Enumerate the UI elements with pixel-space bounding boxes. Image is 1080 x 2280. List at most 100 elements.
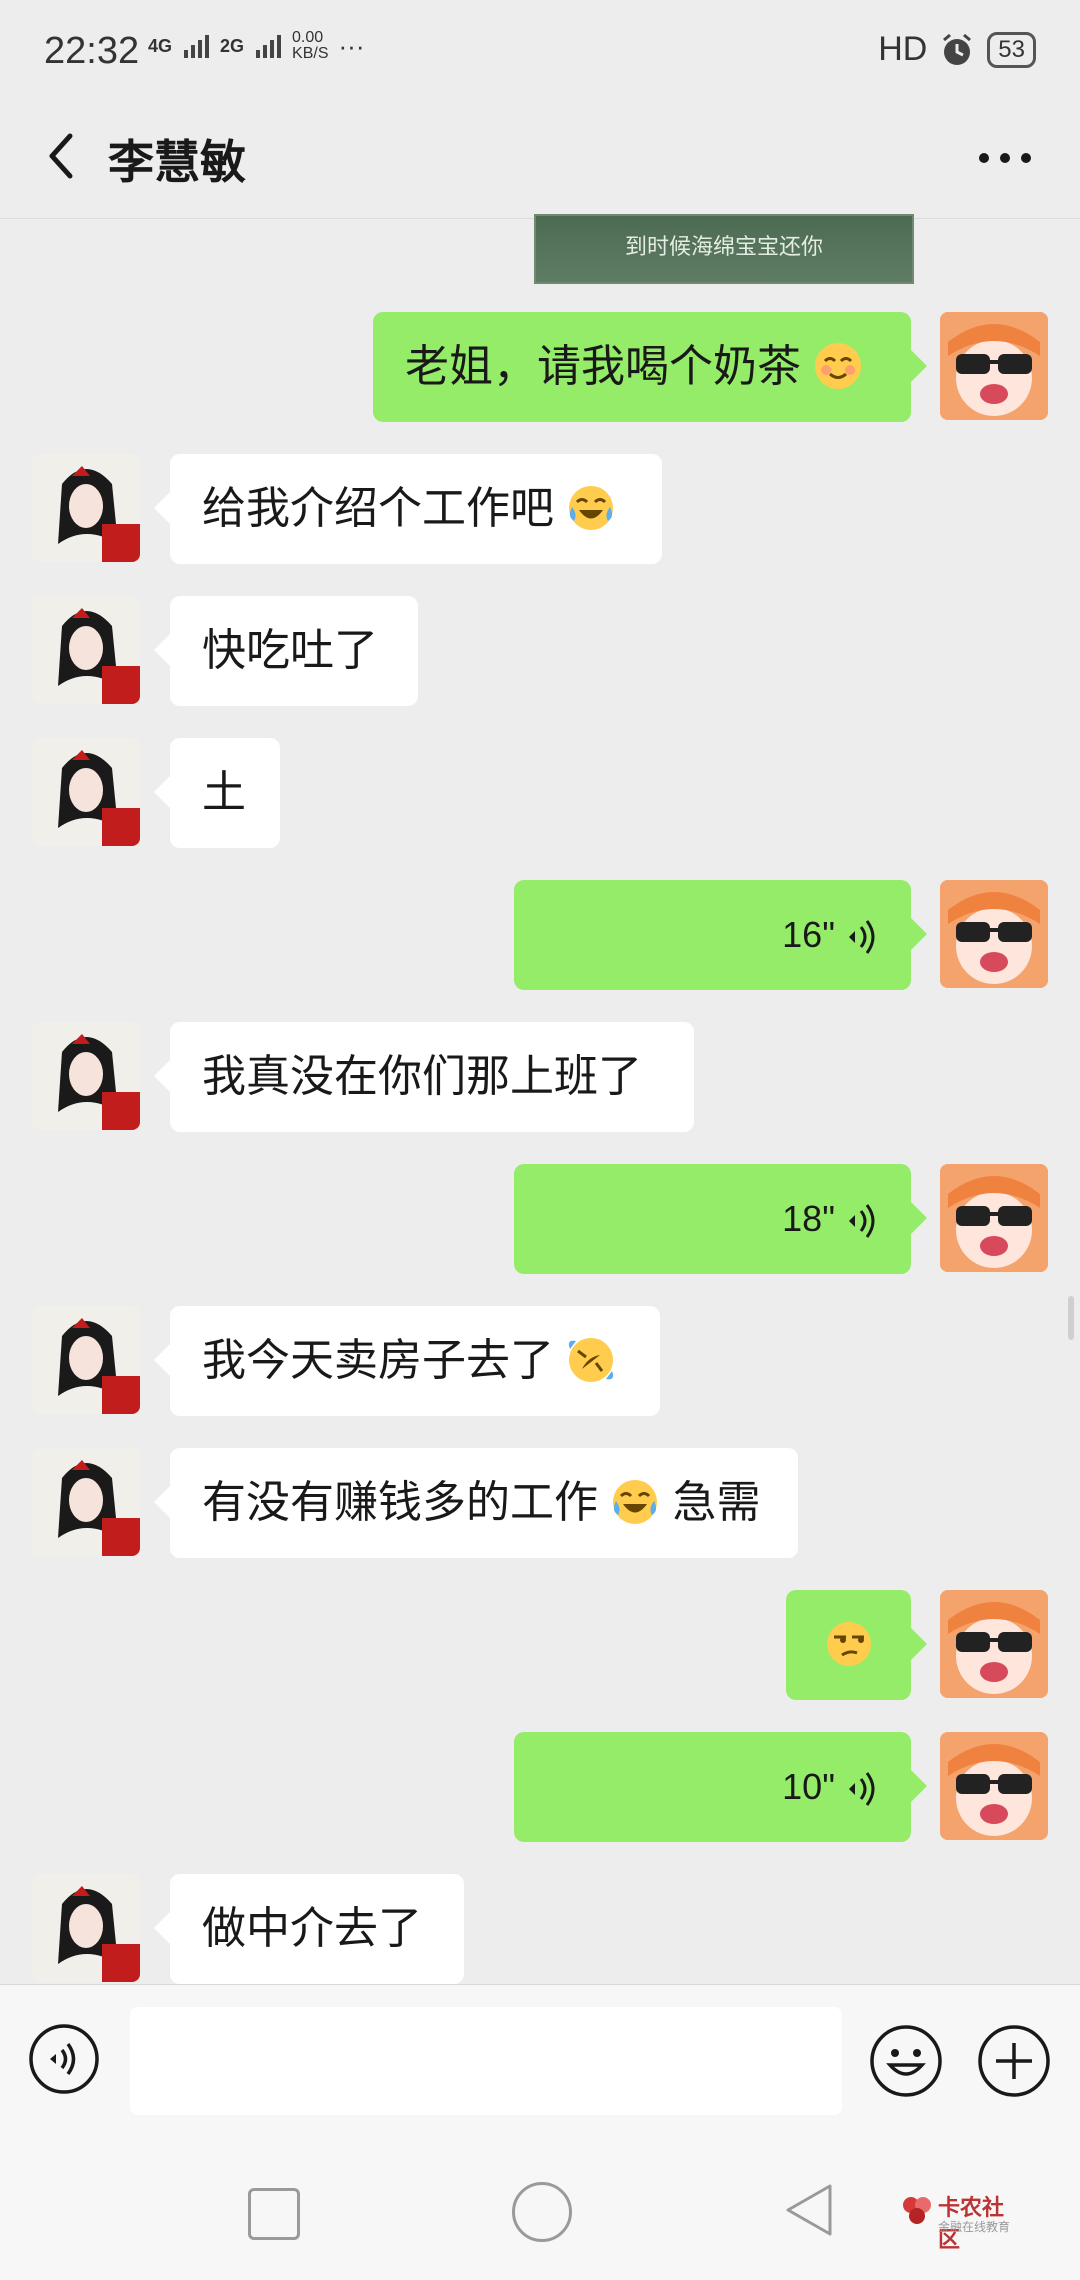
- watermark: 卡农社区 金融在线教育: [900, 2190, 1020, 2252]
- message-row: 土: [0, 738, 1080, 848]
- back-triangle-icon[interactable]: [780, 2180, 840, 2240]
- network-speed: 0.00 KB/S: [292, 29, 329, 62]
- message-row: 做中介去了: [0, 1874, 1080, 1984]
- home-button[interactable]: [512, 2182, 572, 2242]
- anime-girl-avatar-icon: [940, 1590, 1048, 1698]
- message-row: 有没有赚钱多的工作 急需: [0, 1448, 1080, 1558]
- received-message-bubble[interactable]: 快吃吐了: [154, 596, 418, 706]
- girl-portrait-avatar-icon: [32, 596, 140, 704]
- blush-emoji-icon: [815, 343, 862, 390]
- network-4g-label: 4G: [148, 36, 173, 56]
- message-row: 给我介绍个工作吧: [0, 454, 1080, 564]
- signal-bars-icon: [184, 35, 210, 58]
- girl-portrait-avatar-icon: [32, 1448, 140, 1556]
- my-avatar[interactable]: [940, 1590, 1048, 1698]
- girl-portrait-avatar-icon: [32, 1022, 140, 1130]
- alarm-clock-icon: [943, 33, 972, 65]
- message-row: 我今天卖房子去了: [0, 1306, 1080, 1416]
- sent-emoji-bubble[interactable]: [786, 1590, 927, 1700]
- received-message-bubble[interactable]: 土: [154, 738, 280, 848]
- message-row: [0, 1590, 1080, 1700]
- message-text: 老姐，请我喝个奶茶: [405, 342, 801, 391]
- message-text: 土: [202, 768, 246, 817]
- message-row: 快吃吐了: [0, 596, 1080, 706]
- contact-avatar[interactable]: [32, 596, 140, 704]
- message-row: 我真没在你们那上班了: [0, 1022, 1080, 1132]
- back-arrow-icon[interactable]: [34, 126, 94, 186]
- girl-portrait-avatar-icon: [32, 1874, 140, 1982]
- message-text: 快吃吐了: [202, 626, 378, 675]
- contact-avatar[interactable]: [32, 1022, 140, 1130]
- hd-label: HD: [878, 30, 928, 68]
- girl-portrait-avatar-icon: [32, 454, 140, 562]
- message-text-suffix: 急需: [672, 1478, 761, 1527]
- input-bar: [0, 1984, 1080, 2125]
- system-nav-bar: 卡农社区 金融在线教育: [0, 2124, 1080, 2280]
- network-indicators: 4G 2G 0.00 KB/S ···: [148, 30, 364, 62]
- battery-indicator: 53: [987, 31, 1036, 68]
- my-avatar[interactable]: [940, 880, 1048, 988]
- signal-bars-icon: [256, 35, 282, 58]
- contact-avatar[interactable]: [32, 1448, 140, 1556]
- chat-header: 李慧敏: [0, 100, 1080, 219]
- anime-girl-avatar-icon: [940, 312, 1048, 420]
- received-message-bubble[interactable]: 我今天卖房子去了: [154, 1306, 660, 1416]
- message-list[interactable]: 到时候海绵宝宝还你 老姐，请我喝个奶茶 给我介绍个工作吧 快吃吐了 土 16" …: [0, 214, 1080, 1984]
- status-bar: 22:32 4G 2G 0.00 KB/S ··· HD 53: [0, 0, 1080, 100]
- voice-duration: 16": [782, 914, 835, 955]
- received-message-bubble[interactable]: 做中介去了: [154, 1874, 464, 1984]
- contact-avatar[interactable]: [32, 454, 140, 562]
- voice-wave-icon: [849, 920, 875, 955]
- message-row: 18": [0, 1164, 1080, 1274]
- message-input[interactable]: [130, 2007, 842, 2115]
- voice-wave-icon: [849, 1204, 875, 1239]
- message-text: 做中介去了: [202, 1904, 422, 1953]
- received-message-bubble[interactable]: 我真没在你们那上班了: [154, 1022, 694, 1132]
- status-time: 22:32: [44, 30, 140, 72]
- voice-duration: 10": [782, 1766, 835, 1807]
- message-text: 有没有赚钱多的工作: [202, 1478, 598, 1527]
- tears-of-joy-emoji-icon: [569, 486, 614, 531]
- message-text: 给我介绍个工作吧: [202, 484, 554, 533]
- message-row: 10": [0, 1732, 1080, 1842]
- voice-message-bubble[interactable]: 10": [514, 1732, 927, 1842]
- message-row: 16": [0, 880, 1080, 990]
- kanong-logo-icon: [903, 2197, 931, 2224]
- voice-wave-icon: [849, 1772, 875, 1807]
- contact-avatar[interactable]: [32, 1874, 140, 1982]
- status-right: HD 53: [878, 30, 1036, 69]
- contact-avatar[interactable]: [32, 738, 140, 846]
- message-text: 我今天卖房子去了: [202, 1336, 554, 1385]
- unamused-emoji-icon: [826, 1622, 871, 1667]
- voice-message-bubble[interactable]: 16": [514, 880, 927, 990]
- image-caption: 到时候海绵宝宝还你: [624, 234, 823, 259]
- received-message-bubble[interactable]: 给我介绍个工作吧: [154, 454, 662, 564]
- status-more: ···: [338, 31, 365, 61]
- message-row: 老姐，请我喝个奶茶: [0, 312, 1080, 422]
- anime-girl-avatar-icon: [940, 1164, 1048, 1272]
- girl-portrait-avatar-icon: [32, 738, 140, 846]
- plus-icon[interactable]: [976, 2023, 1052, 2099]
- anime-girl-avatar-icon: [940, 1732, 1048, 1840]
- recent-apps-button[interactable]: [248, 2188, 300, 2240]
- my-avatar[interactable]: [940, 1164, 1048, 1272]
- contact-avatar[interactable]: [32, 1306, 140, 1414]
- emoji-picker-icon[interactable]: [868, 2023, 944, 2099]
- scrollbar-thumb[interactable]: [1068, 1296, 1074, 1340]
- more-options-icon[interactable]: [970, 122, 1040, 192]
- voice-input-icon[interactable]: [28, 2023, 100, 2095]
- received-message-bubble[interactable]: 有没有赚钱多的工作 急需: [154, 1448, 798, 1558]
- message-text: 我真没在你们那上班了: [202, 1052, 642, 1101]
- image-message[interactable]: 到时候海绵宝宝还你: [534, 214, 914, 284]
- my-avatar[interactable]: [940, 1732, 1048, 1840]
- voice-message-bubble[interactable]: 18": [514, 1164, 927, 1274]
- watermark-subtitle: 金融在线教育: [938, 2220, 1011, 2234]
- tears-of-joy-emoji-icon: [613, 1480, 658, 1525]
- anime-girl-avatar-icon: [940, 880, 1048, 988]
- contact-name: 李慧敏: [108, 136, 246, 188]
- voice-duration: 18": [782, 1198, 835, 1239]
- my-avatar[interactable]: [940, 312, 1048, 420]
- network-2g-label: 2G: [220, 36, 245, 56]
- sent-message-bubble[interactable]: 老姐，请我喝个奶茶: [373, 312, 927, 422]
- girl-portrait-avatar-icon: [32, 1306, 140, 1414]
